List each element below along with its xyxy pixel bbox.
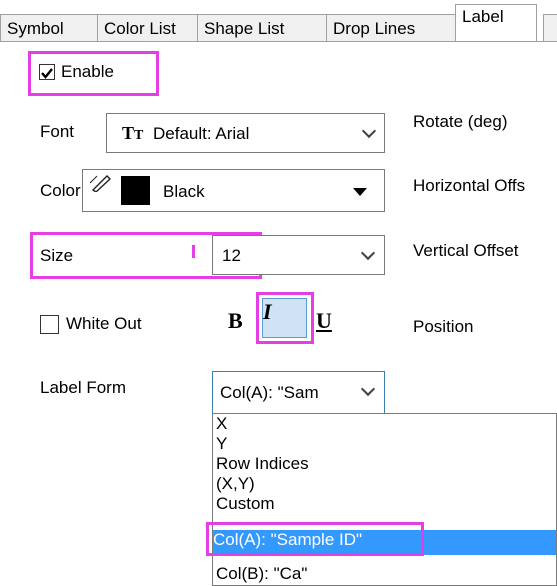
vertical-offset-label: Vertical Offset [413,241,519,260]
horizontal-offset-label: Horizontal Offs [413,176,526,195]
rotate-label: Rotate (deg) [413,112,508,131]
tab-label[interactable]: Label [455,4,537,44]
bold-button[interactable]: B [228,308,243,334]
list-item[interactable]: Y [216,434,227,454]
font-value: Default: Arial [153,124,250,143]
label-form-label: Label Form [40,378,126,397]
label-panel: Enable Font TT Default: Arial Color Blac… [0,42,557,586]
size-marker [192,245,195,258]
position-label: Position [413,317,474,336]
label-form-combo[interactable]: Col(A): "Sam [212,371,385,414]
enable-label: Enable [61,62,114,81]
truetype-font-icon: TT [122,123,144,143]
tab-label: Symbol [7,19,64,38]
chevron-down-icon [360,245,376,261]
underline-button[interactable]: U [316,308,332,334]
tab-symbol[interactable]: Symbol [0,14,98,42]
enable-checkbox[interactable] [39,64,55,80]
chevron-down-icon [360,381,376,397]
size-label: Size [40,246,74,265]
list-item[interactable]: Row Indices [216,454,309,474]
tab-drop-lines[interactable]: Drop Lines [326,14,457,42]
list-item[interactable]: Col(B): "Ca" [216,564,307,584]
font-label: Font [40,122,75,141]
label-form-value: Col(A): "Sam [220,383,319,402]
dropdown-arrow-icon [353,188,367,196]
tab-color-list[interactable]: Color List [97,14,199,42]
highlight-selected-option [206,522,424,556]
white-out-label: White Out [66,314,142,333]
italic-button[interactable]: I [262,298,307,338]
font-combo[interactable]: TT Default: Arial [106,113,385,153]
color-label: Color [40,181,81,200]
pencil-icon [89,174,115,193]
tab-label: Shape List [204,19,285,38]
italic-label: I [263,299,272,324]
checkmark-icon [41,68,53,79]
size-combo[interactable]: 12 [212,235,385,275]
white-out-checkbox[interactable] [40,315,59,334]
color-swatch [121,176,150,205]
tab-strip: Symbol Color List Shape List Drop Lines … [0,0,557,46]
tab-next-partial[interactable] [543,14,557,42]
list-item[interactable]: (X,Y) [216,474,255,494]
tab-label: Drop Lines [333,19,416,38]
list-item[interactable]: Custom [216,494,275,514]
tab-label: Color List [104,19,176,38]
label-form-dropdown-list[interactable]: X Y Row Indices (X,Y) Custom Col(A): "Sa… [212,413,557,586]
color-combo[interactable]: Black [82,169,385,212]
list-item[interactable]: X [216,414,227,434]
color-value: Black [163,182,205,201]
tab-label-text: Label [462,7,504,26]
size-value: 12 [222,246,241,265]
chevron-down-icon [361,123,377,139]
tab-shape-list[interactable]: Shape List [197,14,328,42]
